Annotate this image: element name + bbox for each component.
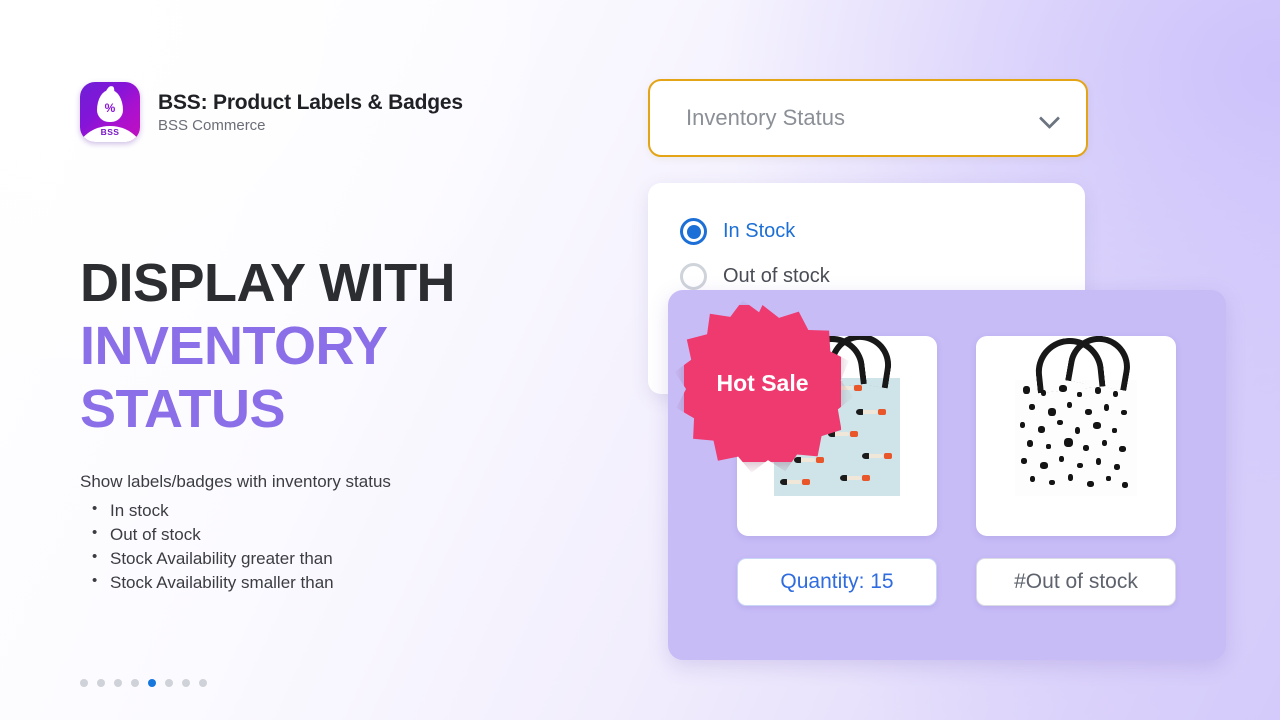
- app-vendor: BSS Commerce: [158, 116, 266, 134]
- pagination-dot-3[interactable]: [114, 679, 122, 687]
- pagination-dot-5[interactable]: [148, 679, 156, 687]
- page-title: DISPLAY WITH INVENTORY STATUS: [80, 252, 456, 442]
- radio-label: In Stock: [723, 220, 796, 242]
- radio-label: Out of stock: [723, 265, 830, 287]
- radio-option-in-stock[interactable]: In Stock: [680, 209, 1085, 254]
- dropdown-placeholder: Inventory Status: [686, 105, 845, 130]
- headline-line-3: STATUS: [80, 379, 285, 440]
- product-label-2[interactable]: #Out of stock: [976, 558, 1176, 606]
- product-card-2[interactable]: #Out of stock: [976, 336, 1176, 606]
- percent-icon: %: [104, 101, 116, 115]
- pagination-dot-8[interactable]: [199, 679, 207, 687]
- list-item: Out of stock: [80, 522, 391, 547]
- product-image-2: [976, 336, 1176, 536]
- pagination-dot-6[interactable]: [165, 679, 173, 687]
- radio-selected-icon[interactable]: [680, 218, 707, 245]
- chevron-down-icon[interactable]: [1040, 108, 1060, 128]
- hot-sale-badge: Hot Sale: [684, 305, 841, 462]
- pagination-dot-4[interactable]: [131, 679, 139, 687]
- carousel-pagination[interactable]: [80, 679, 207, 687]
- logo-wordmark: BSS: [100, 127, 120, 137]
- dot-pattern: [1015, 380, 1137, 496]
- description-block: Show labels/badges with inventory status…: [80, 470, 391, 595]
- brand-text-block: BSS: Product Labels & Badges BSS Commerc…: [158, 91, 463, 134]
- inventory-status-dropdown[interactable]: Inventory Status: [648, 79, 1088, 157]
- product-showcase-card: Quantity: 15 #Out of stock Hot Sale: [668, 290, 1226, 660]
- list-item: Stock Availability smaller than: [80, 570, 391, 595]
- list-item: Stock Availability greater than: [80, 546, 391, 571]
- app-logo: % BSS: [80, 82, 140, 142]
- brand-header: % BSS BSS: Product Labels & Badges BSS C…: [80, 82, 463, 142]
- feature-list: In stock Out of stock Stock Availability…: [80, 498, 391, 596]
- radio-unselected-icon[interactable]: [680, 263, 707, 290]
- slide-canvas: % BSS BSS: Product Labels & Badges BSS C…: [0, 0, 1280, 720]
- list-item: In stock: [80, 498, 391, 523]
- product-label-1[interactable]: Quantity: 15: [737, 558, 937, 606]
- tote-bag-dots-icon: [1015, 380, 1137, 496]
- headline-line-2: INVENTORY: [80, 316, 388, 377]
- pagination-dot-1[interactable]: [80, 679, 88, 687]
- headline-line-1: DISPLAY WITH: [80, 253, 456, 313]
- pagination-dot-2[interactable]: [97, 679, 105, 687]
- description-lead: Show labels/badges with inventory status: [80, 472, 391, 491]
- app-name: BSS: Product Labels & Badges: [158, 90, 463, 114]
- pagination-dot-7[interactable]: [182, 679, 190, 687]
